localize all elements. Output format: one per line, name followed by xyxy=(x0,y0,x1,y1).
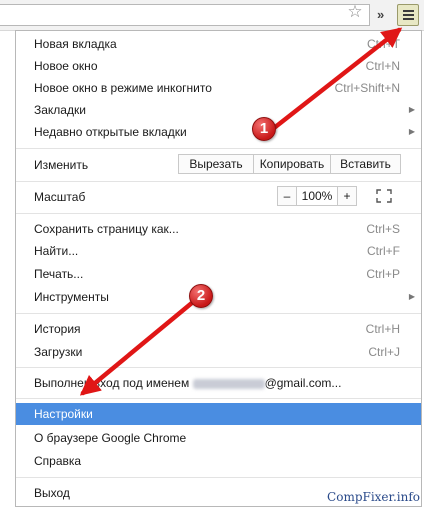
blurred-username xyxy=(192,378,265,389)
address-bar[interactable] xyxy=(0,4,370,26)
signed-in-email-suffix: @gmail.com... xyxy=(264,376,342,390)
menu-separator xyxy=(16,477,421,478)
signed-in-prefix: Выполнен вход под именем xyxy=(34,376,190,390)
chrome-main-menu: Новая вкладка Ctrl+T Новое окно Ctrl+N Н… xyxy=(15,30,422,507)
menu-item-print[interactable]: Печать... Ctrl+P xyxy=(16,263,421,285)
menu-item-downloads[interactable]: Загрузки Ctrl+J xyxy=(16,341,421,363)
menu-item-help[interactable]: Справка xyxy=(16,450,421,472)
menu-item-bookmarks[interactable]: Закладки ▶ xyxy=(16,99,421,121)
submenu-arrow-icon: ▶ xyxy=(408,292,415,301)
fullscreen-button[interactable] xyxy=(368,186,400,206)
menu-separator xyxy=(16,213,421,214)
submenu-arrow-icon: ▶ xyxy=(408,127,415,136)
fullscreen-icon xyxy=(376,189,392,203)
menu-separator xyxy=(16,367,421,368)
menu-item-recent-tabs[interactable]: Недавно открытые вкладки ▶ xyxy=(16,121,421,143)
star-icon[interactable]: ☆ xyxy=(346,3,364,21)
menu-separator xyxy=(16,148,421,149)
zoom-in-button[interactable]: + xyxy=(337,186,357,206)
menu-item-signed-in[interactable]: Выполнен вход под именем @gmail.com... xyxy=(16,372,421,394)
hamburger-menu-icon xyxy=(403,14,414,16)
menu-item-incognito[interactable]: Новое окно в режиме инкогнито Ctrl+Shift… xyxy=(16,77,421,99)
menu-item-settings[interactable]: Настройки xyxy=(16,403,421,425)
annotation-badge-2: 2 xyxy=(189,284,213,308)
menu-separator xyxy=(16,181,421,182)
copy-button[interactable]: Копировать xyxy=(253,154,331,174)
browser-toolbar: ☆ » xyxy=(0,0,424,31)
menu-row-edit: Изменить Вырезать Копировать Вставить xyxy=(16,154,421,176)
menu-separator xyxy=(16,313,421,314)
cut-button[interactable]: Вырезать xyxy=(178,154,254,174)
paste-button[interactable]: Вставить xyxy=(330,154,401,174)
menu-item-save-page[interactable]: Сохранить страницу как... Ctrl+S xyxy=(16,218,421,240)
hamburger-menu-icon xyxy=(403,10,414,12)
chrome-menu-button[interactable] xyxy=(397,4,419,26)
hamburger-menu-icon xyxy=(403,18,414,20)
menu-item-new-window[interactable]: Новое окно Ctrl+N xyxy=(16,55,421,77)
menu-separator xyxy=(16,398,421,399)
menu-item-find[interactable]: Найти... Ctrl+F xyxy=(16,240,421,262)
menu-item-about[interactable]: О браузере Google Chrome xyxy=(16,427,421,449)
zoom-out-button[interactable]: – xyxy=(277,186,297,206)
menu-item-tools[interactable]: Инструменты ▶ xyxy=(16,286,421,308)
annotation-badge-1: 1 xyxy=(252,117,276,141)
watermark: CompFixer.info xyxy=(327,490,420,504)
menu-item-history[interactable]: История Ctrl+H xyxy=(16,318,421,340)
overflow-chevron-icon[interactable]: » xyxy=(377,7,384,23)
menu-row-zoom: Масштаб – 100% + xyxy=(16,186,421,208)
zoom-level: 100% xyxy=(296,186,338,206)
submenu-arrow-icon: ▶ xyxy=(408,105,415,114)
menu-item-new-tab[interactable]: Новая вкладка Ctrl+T xyxy=(16,33,421,55)
